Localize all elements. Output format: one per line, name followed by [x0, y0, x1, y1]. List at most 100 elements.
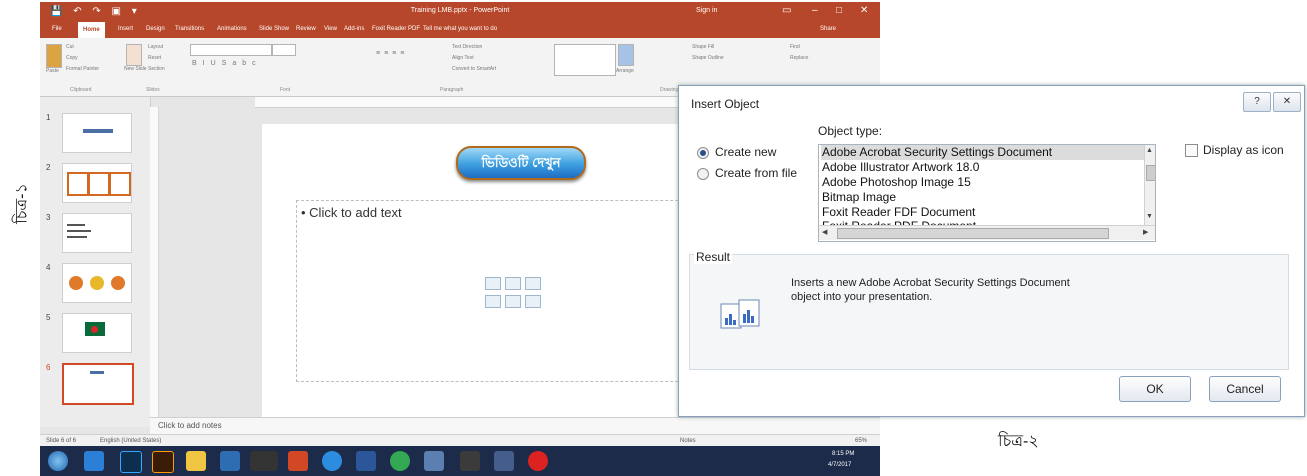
opera-icon[interactable]: [528, 451, 548, 471]
section-button[interactable]: Section: [148, 66, 165, 72]
vertical-scrollbar[interactable]: ▲ ▼: [1144, 145, 1155, 225]
scroll-down-icon[interactable]: ▼: [1146, 213, 1153, 220]
paragraph-icons[interactable]: ≡≡≡≡: [376, 50, 408, 57]
ok-button[interactable]: OK: [1119, 376, 1191, 402]
tab-animations[interactable]: Animations: [217, 26, 247, 32]
font-name-box[interactable]: [190, 44, 272, 56]
slide-thumbnail-3[interactable]: [62, 213, 132, 253]
paste-label[interactable]: Paste: [46, 68, 59, 74]
clock-time[interactable]: 8:15 PM: [832, 451, 854, 457]
arrange-button[interactable]: Arrange: [616, 68, 634, 74]
language-indicator[interactable]: English (United States): [100, 438, 161, 444]
object-type-list[interactable]: Adobe Acrobat Security Settings Document…: [818, 144, 1156, 242]
cut-button[interactable]: Cut: [66, 44, 74, 50]
ribbon-display-icon[interactable]: ▭: [782, 5, 791, 16]
create-new-radio[interactable]: [697, 147, 709, 159]
insert-table-icon[interactable]: [485, 277, 501, 290]
shapes-gallery[interactable]: [554, 44, 616, 76]
replace-button[interactable]: Replace: [790, 55, 808, 61]
clock-date[interactable]: 4/7/2017: [828, 462, 851, 468]
create-new-label[interactable]: Create new: [715, 145, 776, 159]
find-button[interactable]: Find: [790, 44, 800, 50]
scroll-thumb[interactable]: [837, 228, 1109, 239]
shape-fill-button[interactable]: Shape Fill: [692, 44, 714, 50]
scroll-up-icon[interactable]: ▲: [1146, 147, 1153, 154]
browser-icon[interactable]: [322, 451, 342, 471]
photoshop-icon[interactable]: [120, 451, 142, 473]
internet-explorer-icon[interactable]: [84, 451, 104, 471]
taskbar-app-icon[interactable]: [494, 451, 514, 471]
tab-design[interactable]: Design: [146, 26, 165, 32]
taskbar-app-icon[interactable]: [220, 451, 240, 471]
taskbar-app-icon[interactable]: [424, 451, 444, 471]
layout-button[interactable]: Layout: [148, 44, 163, 50]
list-item[interactable]: Foxit Reader FDF Document: [821, 205, 1144, 220]
illustrator-icon[interactable]: [152, 451, 174, 473]
display-as-icon-label[interactable]: Display as icon: [1203, 143, 1284, 157]
tab-insert[interactable]: Insert: [118, 26, 133, 32]
slide-thumbnail-6[interactable]: [62, 363, 134, 405]
tab-foxit-reader-pdf[interactable]: Foxit Reader PDF: [372, 26, 420, 32]
scroll-right-icon[interactable]: ▶: [1143, 228, 1148, 236]
insert-smartart-icon[interactable]: [525, 277, 541, 290]
display-as-icon-checkbox[interactable]: [1185, 144, 1198, 157]
watch-video-button[interactable]: ভিডিওটি দেখুন: [456, 146, 586, 180]
close-icon[interactable]: ✕: [1273, 92, 1301, 112]
word-icon[interactable]: [356, 451, 376, 471]
slide-thumbnail-1[interactable]: [62, 113, 132, 153]
horizontal-scrollbar[interactable]: ◀ ▶: [819, 225, 1155, 240]
maximize-icon[interactable]: □: [836, 5, 842, 16]
notes-pane[interactable]: Click to add notes: [150, 417, 880, 435]
tab-add-ins[interactable]: Add-ins: [344, 26, 364, 32]
slide-thumbnail-2[interactable]: [62, 163, 132, 203]
list-item[interactable]: Adobe Acrobat Security Settings Document: [821, 145, 1144, 160]
font-format-icons[interactable]: BIUSabc: [192, 60, 262, 67]
start-button-icon[interactable]: [48, 451, 68, 471]
file-explorer-icon[interactable]: [186, 451, 206, 471]
zoom-level[interactable]: 65%: [855, 438, 867, 444]
scroll-left-icon[interactable]: ◀: [822, 228, 827, 236]
tell-me-box[interactable]: Tell me what you want to do: [423, 26, 497, 32]
insert-chart-icon[interactable]: [505, 277, 521, 290]
paste-icon[interactable]: [46, 44, 62, 68]
tab-home[interactable]: Home: [78, 22, 105, 38]
notes-placeholder[interactable]: Click to add notes: [158, 421, 222, 430]
insert-picture-icon[interactable]: [485, 295, 501, 308]
insert-online-picture-icon[interactable]: [505, 295, 521, 308]
new-slide-button[interactable]: New Slide: [124, 66, 147, 72]
minimize-icon[interactable]: –: [812, 5, 818, 16]
insert-video-icon[interactable]: [525, 295, 541, 308]
share-button[interactable]: Share: [820, 26, 836, 32]
shape-outline-button[interactable]: Shape Outline: [692, 55, 724, 61]
tab-transitions[interactable]: Transitions: [175, 26, 204, 32]
powerpoint-taskbar-icon[interactable]: [288, 451, 308, 471]
reset-button[interactable]: Reset: [148, 55, 161, 61]
create-from-file-label[interactable]: Create from file: [715, 166, 797, 180]
sign-in-link[interactable]: Sign in: [696, 7, 717, 14]
tab-slide-show[interactable]: Slide Show: [259, 26, 289, 32]
list-item[interactable]: Adobe Photoshop Image 15: [821, 175, 1144, 190]
close-icon[interactable]: ✕: [860, 5, 868, 16]
list-item[interactable]: Adobe Illustrator Artwork 18.0: [821, 160, 1144, 175]
cancel-button[interactable]: Cancel: [1209, 376, 1281, 402]
slide-thumbnail-5[interactable]: [62, 313, 132, 353]
copy-button[interactable]: Copy: [66, 55, 78, 61]
placeholder-text[interactable]: • Click to add text: [301, 205, 402, 220]
text-direction-button[interactable]: Text Direction: [452, 44, 482, 50]
taskbar-app-icon[interactable]: [460, 451, 480, 471]
chrome-icon[interactable]: [390, 451, 410, 471]
create-from-file-radio[interactable]: [697, 168, 709, 180]
convert-smartart-button[interactable]: Convert to SmartArt: [452, 66, 496, 72]
arrange-icon[interactable]: [618, 44, 634, 66]
align-text-button[interactable]: Align Text: [452, 55, 474, 61]
new-slide-icon[interactable]: [126, 44, 142, 66]
format-painter-button[interactable]: Format Painter: [66, 66, 99, 72]
tab-file[interactable]: File: [52, 26, 62, 32]
tab-review[interactable]: Review: [296, 26, 316, 32]
list-item[interactable]: Bitmap Image: [821, 190, 1144, 205]
notes-button[interactable]: Notes: [680, 438, 696, 444]
font-size-box[interactable]: [272, 44, 296, 56]
taskbar-app-icon[interactable]: [250, 451, 278, 471]
scroll-thumb[interactable]: [1146, 165, 1155, 181]
slide-thumbnail-4[interactable]: [62, 263, 132, 303]
